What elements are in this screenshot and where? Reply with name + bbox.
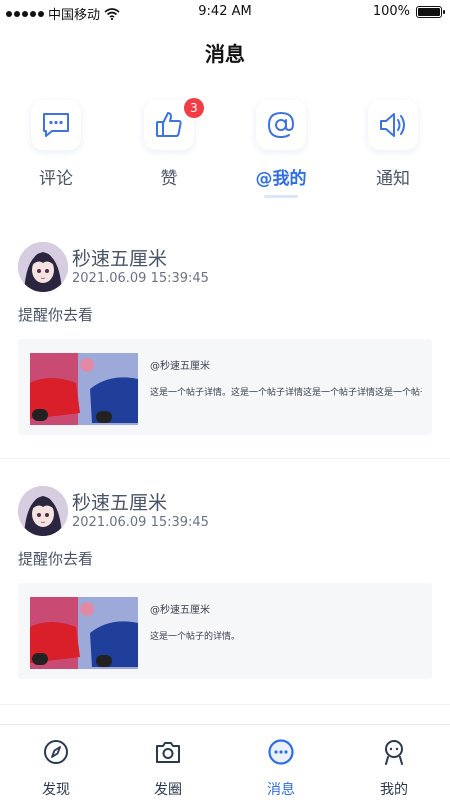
profile-icon [385, 740, 403, 765]
page-title: 消息 [205, 42, 245, 66]
tab-label: 通知 [376, 169, 410, 189]
tab-likes[interactable]: 3 赞 [124, 98, 214, 189]
message-timestamp: 2021.06.09 15:39:45 [72, 515, 209, 530]
tab-label: 赞 [160, 169, 178, 189]
camera-icon [156, 742, 180, 763]
tab-icon-box [256, 100, 306, 150]
mention-message[interactable]: 秒速五厘米 2021.06.09 15:39:45 提醒你去看 @秒速五厘米 这… [18, 242, 432, 435]
tab-label: 评论 [39, 169, 73, 189]
message-header: 秒速五厘米 2021.06.09 15:39:45 [18, 486, 432, 536]
message-username[interactable]: 秒速五厘米 [72, 244, 167, 271]
battery-percent: 100% [372, 4, 410, 19]
post-author: @秒速五厘米 [150, 361, 210, 372]
post-content: 这是一个帖子的详情。 [150, 632, 241, 642]
nav-profile[interactable]: 我的 [338, 737, 450, 799]
post-content: 这是一个帖子详情。这是一个帖子详情这是一个帖子详情这是一个帖子详...... [150, 388, 422, 398]
message-text: 提醒你去看 [18, 306, 94, 324]
referenced-post-card[interactable]: @秒速五厘米 这是一个帖子详情。这是一个帖子详情这是一个帖子详情这是一个帖子详.… [18, 339, 432, 435]
speaker-icon [380, 113, 405, 137]
status-right: 100% [372, 4, 445, 19]
message-category-tabs: 评论 3 赞 @我的 通知 [0, 98, 450, 210]
message-icon [268, 739, 294, 765]
tab-notifications[interactable]: 通知 [348, 100, 438, 189]
post-author: @秒速五厘米 [150, 605, 210, 616]
message-header: 秒速五厘米 2021.06.09 15:39:45 [18, 242, 432, 292]
comment-icon [43, 113, 69, 137]
divider [0, 704, 450, 705]
compass-icon [44, 740, 68, 764]
nav-discover[interactable]: 发现 [0, 737, 112, 799]
tab-icon-box [368, 100, 418, 150]
message-username[interactable]: 秒速五厘米 [72, 488, 167, 515]
likes-badge: 3 [184, 98, 204, 118]
battery-fill [418, 7, 440, 16]
bottom-nav: 发现 发圈 消息 我的 [0, 724, 450, 800]
nav-label: 发现 [42, 782, 70, 798]
nav-label: 消息 [267, 782, 295, 798]
at-icon [267, 111, 295, 139]
tab-mentions[interactable]: @我的 [236, 100, 326, 198]
nav-messages[interactable]: 消息 [225, 737, 337, 799]
avatar[interactable] [18, 486, 68, 536]
active-tab-indicator [264, 195, 298, 198]
post-thumbnail [30, 597, 138, 669]
divider [0, 458, 450, 459]
tab-icon-box: 3 [144, 98, 204, 150]
nav-post[interactable]: 发圈 [112, 737, 224, 799]
tab-icon-box [31, 100, 81, 150]
message-timestamp: 2021.06.09 15:39:45 [72, 271, 209, 286]
mention-message[interactable]: 秒速五厘米 2021.06.09 15:39:45 提醒你去看 @秒速五厘米 这… [18, 486, 432, 679]
nav-label: 发圈 [154, 782, 182, 798]
status-bar: 中国移动 9:42 AM 100% [0, 0, 450, 24]
avatar[interactable] [18, 242, 68, 292]
post-thumbnail [30, 353, 138, 425]
tab-label: @我的 [255, 169, 307, 189]
tab-comments[interactable]: 评论 [11, 100, 101, 189]
message-text: 提醒你去看 [18, 550, 94, 568]
referenced-post-card[interactable]: @秒速五厘米 这是一个帖子的详情。 [18, 583, 432, 679]
thumbs-up-icon [156, 112, 182, 137]
battery-icon [416, 5, 445, 18]
nav-label: 我的 [380, 782, 408, 798]
